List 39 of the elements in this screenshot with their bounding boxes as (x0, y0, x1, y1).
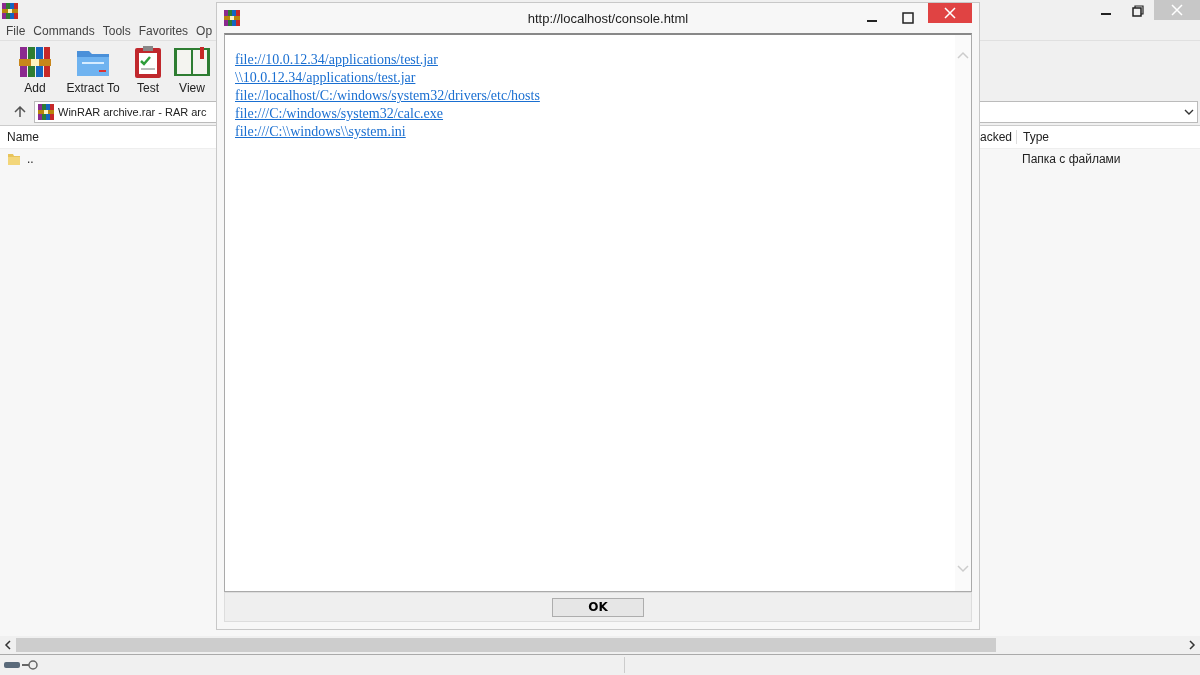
clipboard-check-icon (133, 45, 163, 79)
close-icon (1171, 4, 1183, 16)
key-icon (22, 660, 38, 670)
book-icon (173, 45, 211, 79)
menu-item[interactable]: File (6, 24, 26, 38)
scroll-left-icon[interactable] (4, 640, 12, 650)
menu-item[interactable]: Tools (102, 24, 131, 38)
scrollbar-thumb[interactable] (16, 638, 996, 652)
file-link[interactable]: file:///C:/windows/system32/calc.exe (235, 105, 444, 123)
window-title: http://localhost/console.html (526, 10, 690, 26)
close-button[interactable] (928, 3, 972, 23)
up-arrow-icon[interactable] (14, 106, 26, 118)
column-header[interactable]: acked (980, 130, 1016, 144)
file-name[interactable]: .. (27, 152, 34, 166)
scroll-right-icon[interactable] (1188, 640, 1196, 650)
file-link[interactable]: file://localhost/C:/windows/system32/drivers/etc/hosts (235, 87, 540, 105)
restore-icon[interactable] (1132, 5, 1144, 17)
file-link[interactable]: \\10.0.12.34/applications/test.jar (235, 69, 416, 87)
table-cell-text: Папка с файлами (1021, 152, 1121, 166)
menu-item[interactable]: Favorites (138, 24, 189, 38)
toolbar-button[interactable]: Test (128, 45, 168, 95)
folder-icon (7, 152, 21, 166)
toolbar-button[interactable]: Add (12, 45, 58, 95)
books-icon (18, 45, 52, 79)
file-link[interactable]: file://10.0.12.34/applications/test.jar (235, 51, 438, 69)
toolbar-button[interactable]: View (172, 45, 212, 95)
maximize-icon[interactable] (902, 12, 914, 24)
ok-button[interactable]: OK (552, 597, 644, 617)
menu-item[interactable]: Commands (33, 24, 95, 38)
close-icon (944, 7, 956, 19)
file-link[interactable]: file:///C:\\windows\\system.ini (235, 123, 406, 141)
archive-icon (38, 104, 54, 120)
column-header[interactable]: Type (1016, 130, 1049, 144)
archive-icon (224, 10, 240, 26)
archive-icon (2, 3, 18, 19)
drive-icon (4, 661, 20, 669)
menu-item[interactable]: Op (196, 24, 213, 38)
toolbar-button[interactable]: Extract To (62, 45, 124, 95)
dropdown-caret-icon (1184, 109, 1194, 115)
